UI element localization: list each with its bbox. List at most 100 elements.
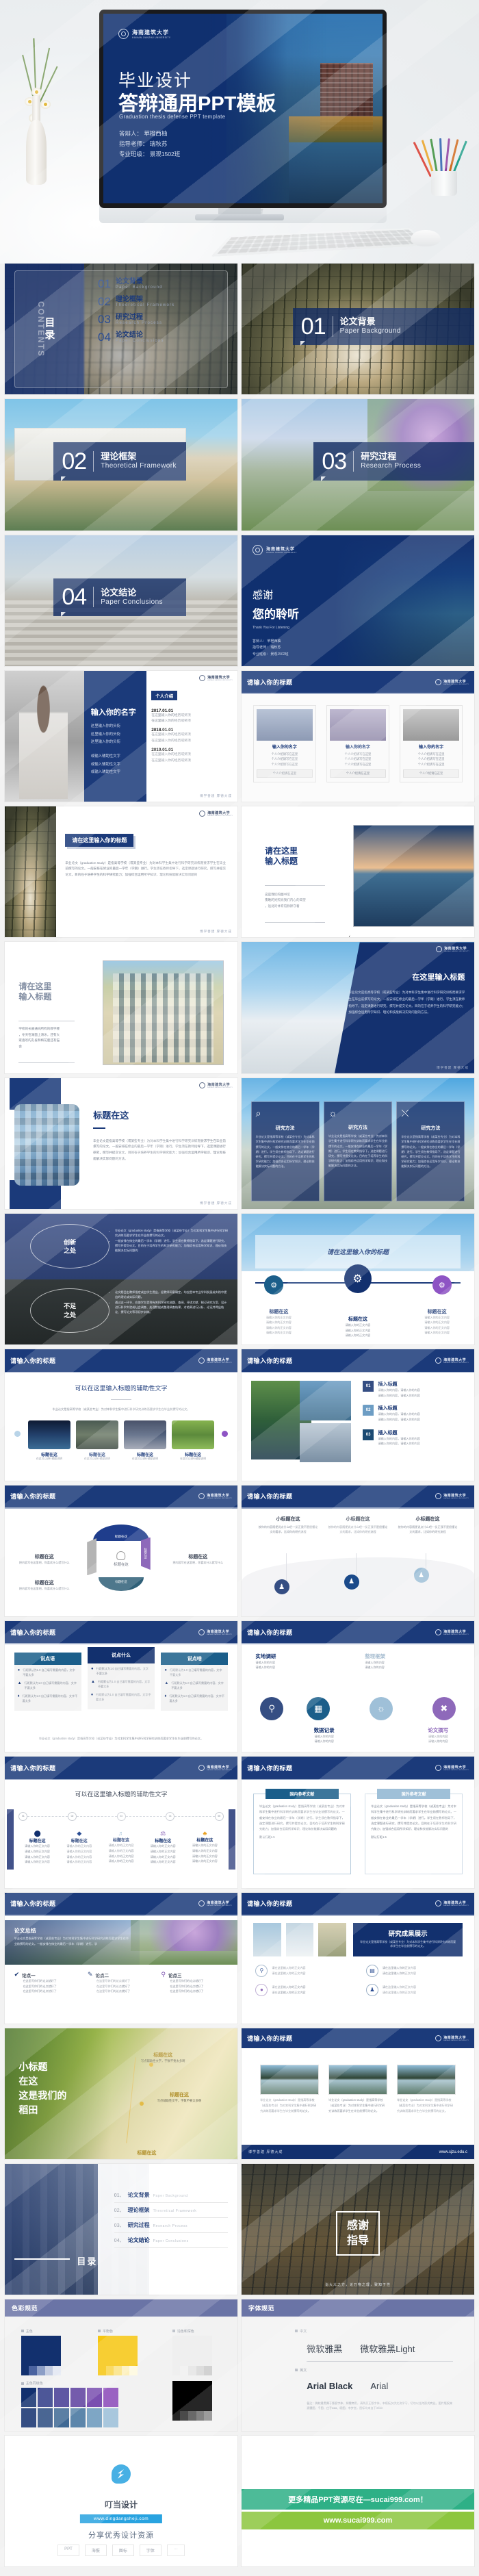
slide-header-title: 请输入你的标题: [10, 1357, 56, 1365]
slide-section-01[interactable]: 01 论文背景 Paper Background: [242, 264, 474, 395]
summary-point[interactable]: ✎ 论点二 在这里写你们的论点就好了 在这里写你们的论点就好了 在这里写你们的论…: [88, 1971, 155, 1994]
slide-thanks-2[interactable]: 感谢 指导 诣大义之方，论万物之理，致知于性: [242, 2164, 474, 2295]
slide-field[interactable]: 小标题 在这 这是我们的 稻田 标题在这 写点辅助性文字，字数不要太多啊 标题在…: [5, 2028, 237, 2160]
numbered-item[interactable]: 03 插入标题 请输入你的内容，请输入你的内容 请输入你的内容，请输入你的内容: [362, 1429, 465, 1446]
profile-title-2: 这里输入你的头衔: [90, 732, 120, 737]
method-column[interactable]: ⌕ 研究方法 毕业论文是指高等学校（或某些专业）为对本科学生集中进行科学研究训练…: [250, 1101, 320, 1201]
contents-item-3[interactable]: 03 研究过程 Research Process: [98, 314, 174, 325]
slide-speak[interactable]: 请输入你的标题 海南建筑大学 HAINAN JIANZHU UNIVERSITY…: [5, 1620, 237, 1752]
gallery-item-caption: 在此可以进行辅助说明: [132, 1457, 159, 1460]
contents-item-2[interactable]: 02 理论框架 Theoretical Framework: [98, 296, 174, 307]
gallery-item[interactable]: 标题在这 在此可以进行辅助说明: [76, 1420, 118, 1461]
contents-item-4[interactable]: 04 论文结论 Paper Conclusions: [98, 331, 174, 343]
slide-thanks[interactable]: 海南建筑大学 HAINAN JIANZHU UNIVERSITY 感谢 您的聆听…: [242, 535, 474, 666]
timeline-item[interactable]: ◆ 标题在这 请输入你的正文内容 请输入你的正文内容 请输入你的正文内容 请输入…: [58, 1830, 100, 1864]
slide-section-03[interactable]: 03 研究过程 Research Process: [242, 399, 474, 531]
team-card[interactable]: 输入你的名字 个人介绍请写在这里 个人介绍请写在这里 个人介绍请写在这里 个人介…: [326, 704, 389, 783]
slide-library[interactable]: 请在这里 输入标题 这是我们的图书馆 夜晚的光照亮我们内心的渴望 ，远处的体育馆…: [242, 806, 474, 938]
slide-hanging[interactable]: 请输入你的标题 海南建筑大学 HAINAN JIANZHU UNIVERSITY…: [242, 1485, 474, 1616]
speak-column[interactable]: 说点什么 ● 行距默认为1.0 自己填写需要的内容，文字不要太多 ▲ 行距默认为1.…: [87, 1646, 155, 1711]
slide-references[interactable]: 请输入你的标题 海南建筑大学 HAINAN JIANZHU UNIVERSITY…: [242, 1757, 474, 1888]
results-item[interactable]: ▤ 请在这里输入你的正文内容 请在这里输入你的正文内容: [365, 1964, 461, 1977]
slide-profile[interactable]: 海南建筑大学 HAINAN JIANZHU UNIVERSITY 输入你的名字 …: [5, 670, 237, 802]
slide-brand[interactable]: 叮当设计 www.dingdangsheji.com 分享优秀设计资源 PPT …: [5, 2435, 237, 2567]
slide-right-text[interactable]: 海南建筑大学 HAINAN JIANZHU UNIVERSITY 在这里输入标题…: [242, 942, 474, 1073]
brand-chip[interactable]: PPT: [57, 2544, 79, 2556]
slide-results[interactable]: 请输入你的标题 海南建筑大学 HAINAN JIANZHU UNIVERSITY…: [242, 1892, 474, 2024]
process-step-2[interactable]: 数据记录 请输入你的内容 请输入你的内容: [300, 1726, 348, 1744]
library-body-line: ，远处的体育馆静默守着: [265, 904, 300, 908]
contents2-num: 01、: [114, 2193, 125, 2198]
gallery-item[interactable]: 标题在这 在此可以进行辅助说明: [28, 1420, 70, 1461]
slide-intro-text[interactable]: 海南建筑大学 HAINAN JIANZHU UNIVERSITY 请在这里输入你…: [5, 806, 237, 938]
process-step-4[interactable]: 论文撰写 请输入你的内容 请输入你的内容: [411, 1726, 465, 1744]
team-card[interactable]: 输入你的名字 个人介绍请写在这里 个人介绍请写在这里 个人介绍请写在这里 个人介…: [253, 704, 316, 783]
brand-chip[interactable]: ···: [166, 2544, 185, 2556]
slide-summary[interactable]: 请输入你的标题 海南建筑大学 HAINAN JIANZHU UNIVERSITY…: [5, 1892, 237, 2024]
three-photo-item[interactable]: 毕业论文（graduation study）是指高等学校（或某些专业）为对本科学…: [328, 2065, 387, 2113]
numbered-item[interactable]: 02 插入标题 请输入你的内容，请输入你的内容 请输入你的内容，请输入你的内容: [362, 1405, 465, 1422]
gallery-item[interactable]: 标题在这 在此可以进行辅助说明: [172, 1420, 215, 1461]
results-item[interactable]: ● 请在这里输入你的正文内容 请在这里输入你的正文内容: [255, 1983, 350, 1996]
brand-chip[interactable]: 图标: [112, 2544, 134, 2556]
method-column[interactable]: ⤬ 研究方法 毕业论文是指高等学校（或某些专业）为对本科学生集中进行科学研究训练…: [396, 1101, 465, 1201]
timeline-item[interactable]: ♬ 标题在这 请输入你的正文内容 请输入你的正文内容 请输入你的正文内容 请输入…: [100, 1830, 142, 1864]
brand-chip[interactable]: 海报: [84, 2544, 107, 2556]
reference-card-1[interactable]: 国内参考文献 毕业论文（graduation study）是指高等学校（或某些专…: [253, 1788, 351, 1875]
slide-corridor[interactable]: 请在这里 输入标题 学校的长廊通向所有的教学楼 ，冬天在湖面上滑冰，还有大 家喜…: [5, 942, 237, 1073]
promo-banner-2[interactable]: www.sucai999.com: [242, 2511, 474, 2529]
gallery-item[interactable]: 标题在这 在此可以进行辅助说明: [124, 1420, 166, 1461]
contents2-item[interactable]: 02、 理论框架 Theoretical Framework: [114, 2203, 229, 2218]
member-button[interactable]: 个人介绍请在这里: [257, 769, 313, 778]
member-button[interactable]: 个人介绍请在这里: [330, 769, 386, 778]
brand-url[interactable]: www.dingdangsheji.com: [79, 2514, 163, 2523]
section-title-cn: 论文结论: [101, 587, 137, 598]
slide-section-02[interactable]: 02 理论框架 Theoretical Framework: [5, 399, 237, 531]
slide-team[interactable]: 请输入你的标题 海南建筑大学 HAINAN JIANZHU UNIVERSITY…: [242, 670, 474, 802]
slide-numbered[interactable]: 请输入你的标题 海南建筑大学 HAINAN JIANZHU UNIVERSITY…: [242, 1349, 474, 1481]
process-step-3[interactable]: 整理框架 请输入你的内容 请输入你的内容: [365, 1653, 413, 1670]
three-photo-item[interactable]: 毕业论文（graduation study）是指高等学校（或某些专业）为对本科学…: [260, 2065, 319, 2113]
palette-group: 主色同级色: [21, 2381, 118, 2428]
promo-banner-1[interactable]: 更多精品PPT资源尽在—sucai999.com！: [242, 2489, 474, 2510]
slide-title-here[interactable]: 海南建筑大学 HAINAN JIANZHU UNIVERSITY 标题在这 毕业…: [5, 1077, 237, 1210]
slide-methods[interactable]: ⌕ 研究方法 毕业论文是指高等学校（或某些专业）为对本科学生集中进行科学研究训练…: [242, 1077, 474, 1210]
timeline-item[interactable]: ⚖ 标题在这 请输入你的正文内容 请输入你的正文内容 请输入你的正文内容 请输入…: [142, 1830, 184, 1864]
results-item[interactable]: ⚲ 请在这里输入你的正文内容 请在这里输入你的正文内容: [255, 1964, 350, 1977]
slide-promo[interactable]: 更多精品PPT资源尽在—sucai999.com！ www.sucai999.c…: [242, 2435, 474, 2567]
timeline-item[interactable]: ⬤ 标题在这 请输入你的正文内容 请输入你的正文内容 请输入你的正文内容 请输入…: [16, 1830, 58, 1864]
summary-point[interactable]: ✔ 论点一 在这里写你们的论点就好了 在这里写你们的论点就好了 在这里写你们的论…: [14, 1971, 81, 1994]
three-photo-item[interactable]: 毕业论文（graduation study）是指高等学校（或某些专业）为对本科学…: [397, 2065, 456, 2113]
slide-color-spec[interactable]: 色彩规范 主色 平衡色 浅色和深色 主色同级色: [5, 2299, 237, 2431]
slide-three-photos[interactable]: 请输入你的标题 海南建筑大学 HAINAN JIANZHU UNIVERSITY…: [242, 2028, 474, 2160]
slide-innovation[interactable]: 创新 之处 不足 之处 毕业论文（graduation study）是指高等学校…: [5, 1214, 237, 1345]
slide-gears[interactable]: 请在这里输入你的标题 ⚙ ⚙ ⚙ 标题在这 请输入你的正文内容 请输入你的正文内…: [242, 1214, 474, 1345]
reference-card-2[interactable]: 国外参考文献 毕业论文（graduation study）是指高等学校（或某些专…: [365, 1788, 463, 1875]
speak-column[interactable]: 说点啥 ● 行距默认为1.0 自己填写需要的内容，文字不要太多 ▲ 行距默认为1.0…: [161, 1652, 229, 1711]
brand-chip[interactable]: 字体: [139, 2544, 161, 2556]
process-title: 整理框架: [365, 1653, 386, 1659]
team-card[interactable]: 输入你的名字 个人介绍请写在这里 个人介绍请写在这里 个人介绍请写在这里 个人介…: [400, 704, 463, 783]
contents2-item[interactable]: 01、 论文背景 Paper Background: [114, 2188, 229, 2203]
process-step-1[interactable]: 实地调研 请输入你的内容 请输入你的内容: [255, 1653, 304, 1670]
timeline-line: 请输入你的正文内容: [66, 1849, 92, 1853]
slide-contents-2[interactable]: 目录 01、 论文背景 Paper Background 02、 理论框架 Th…: [5, 2164, 237, 2295]
method-column[interactable]: ☼ 研究方法 毕业论文是指高等学校（或某些专业）为对本科学生集中进行科学研究训练…: [323, 1101, 393, 1201]
slide-process[interactable]: 请输入你的标题 海南建筑大学 HAINAN JIANZHU UNIVERSITY…: [242, 1620, 474, 1752]
summary-point[interactable]: ⚲ 论点三 在这里写你们的论点就好了 在这里写你们的论点就好了 在这里写你们的论…: [161, 1971, 228, 1994]
slide-font-spec[interactable]: 字体规范 中文 微软雅黑 微软雅黑Light 英文 Arial Black Ar…: [242, 2299, 474, 2431]
slide-timeline-icons[interactable]: 请输入你的标题 海南建筑大学 HAINAN JIANZHU UNIVERSITY…: [5, 1757, 237, 1888]
slide-contents[interactable]: CONTENTS 目录 01 论文背景 Paper Background 02 …: [5, 264, 237, 395]
results-item[interactable]: ♟ 请在这里输入你的正文内容 请在这里输入你的正文内容: [365, 1983, 461, 1996]
summary-line: 在这里写你们的论点就好了: [170, 1984, 204, 1988]
speak-column[interactable]: 说点语 ● 行距默认为1.0 自己填写需要的内容，文字不要太多 ▲ 行距默认为1.0…: [14, 1652, 81, 1711]
slide-section-04[interactable]: 04 论文结论 Paper Conclusions: [5, 535, 237, 666]
contents2-item[interactable]: 04、 论文结论 Paper Conclusions: [114, 2233, 229, 2248]
contents2-item[interactable]: 03、 研究过程 Research Process: [114, 2218, 229, 2233]
member-button[interactable]: 个人介绍请在这里: [403, 769, 459, 778]
contents-item-1[interactable]: 01 论文背景 Paper Background: [98, 278, 174, 290]
numbered-item[interactable]: 01 插入标题 请输入你的内容，请输入你的内容 请输入你的内容，请输入你的内容: [362, 1381, 465, 1398]
timeline-item[interactable]: ♣ 标题在这 请输入你的正文内容 请输入你的正文内容 请输入你的正文内容 请输入…: [184, 1830, 226, 1864]
slide-cycle[interactable]: 请输入你的标题 海南建筑大学 HAINAN JIANZHU UNIVERSITY…: [5, 1485, 237, 1616]
slide-gallery[interactable]: 请输入你的标题 海南建筑大学 HAINAN JIANZHU UNIVERSITY…: [5, 1349, 237, 1481]
